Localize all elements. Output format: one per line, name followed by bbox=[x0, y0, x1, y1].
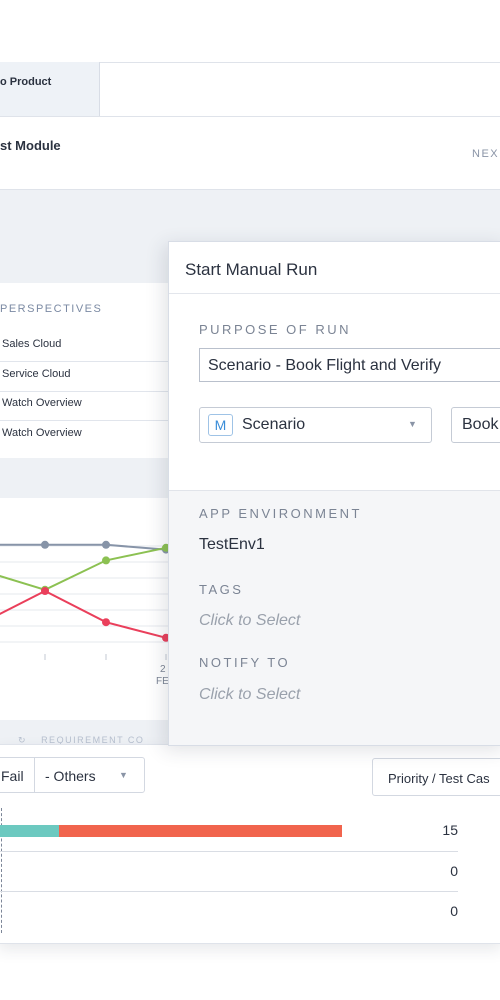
perspective-item-label: Sales Cloud bbox=[2, 338, 62, 350]
priority-test-case-dropdown[interactable]: Priority / Test Cas bbox=[372, 758, 500, 796]
row-total-value: 15 bbox=[442, 822, 458, 838]
tags-label: TAGS bbox=[199, 582, 244, 597]
x-tick-label: 2 bbox=[160, 664, 166, 675]
priority-test-case-label: Priority / Test Cas bbox=[388, 771, 490, 786]
series-line bbox=[0, 546, 167, 591]
perspective-item-sales-cloud[interactable]: Sales Cloud bbox=[0, 332, 170, 362]
series-line bbox=[0, 589, 167, 639]
next-link[interactable]: NEX bbox=[472, 148, 499, 160]
scenario-select[interactable]: Book bbox=[451, 407, 500, 443]
run-type-value: Scenario bbox=[242, 416, 306, 433]
manual-badge-icon: M bbox=[208, 414, 233, 436]
data-point[interactable] bbox=[102, 556, 110, 565]
module-title: st Module bbox=[0, 138, 61, 153]
bar-fail-segment bbox=[59, 825, 342, 837]
others-filter-dropdown[interactable]: - Others ▼ bbox=[34, 757, 145, 793]
notify-to-label: NOTIFY TO bbox=[199, 655, 291, 670]
notify-to-select[interactable]: Click to Select bbox=[199, 686, 300, 704]
fail-filter-button[interactable]: Fail bbox=[0, 757, 34, 793]
row-total-value: 0 bbox=[450, 903, 458, 919]
perspective-item-watch-overview[interactable]: Watch Overview bbox=[0, 421, 170, 451]
data-point[interactable] bbox=[41, 540, 49, 549]
perspective-item-label: Watch Overview bbox=[2, 427, 82, 439]
caret-down-icon: ▼ bbox=[119, 770, 128, 780]
run-type-select[interactable]: M Scenario ▼ bbox=[199, 407, 432, 443]
row-divider bbox=[0, 891, 458, 892]
tab-product-label: o Product bbox=[0, 76, 52, 88]
purpose-of-run-input[interactable]: Scenario - Book Flight and Verify bbox=[199, 348, 500, 382]
header-divider bbox=[0, 116, 500, 117]
tab-product[interactable]: o Product bbox=[0, 62, 100, 116]
fail-filter-label: Fail bbox=[1, 768, 24, 784]
purpose-of-run-value: Scenario - Book Flight and Verify bbox=[208, 357, 442, 374]
row-total-value: 0 bbox=[450, 863, 458, 879]
row-divider bbox=[0, 851, 458, 852]
bar-pass-segment bbox=[0, 825, 59, 837]
modal-title: Start Manual Run bbox=[185, 260, 318, 279]
perspective-item-service-cloud[interactable]: Service Cloud bbox=[0, 362, 170, 392]
perspective-item-label: Service Cloud bbox=[2, 368, 71, 380]
data-point[interactable] bbox=[102, 540, 110, 549]
tags-select[interactable]: Click to Select bbox=[199, 612, 300, 630]
perspective-item-watch-overview[interactable]: Watch Overview bbox=[0, 391, 170, 421]
others-filter-label: - Others bbox=[45, 768, 96, 784]
chart-footer: ↻ REQUIREMENT CO bbox=[0, 720, 185, 745]
app-environment-label: APP ENVIRONMENT bbox=[199, 506, 362, 521]
data-point[interactable] bbox=[41, 587, 49, 595]
scenario-select-value: Book bbox=[462, 416, 499, 433]
caret-down-icon: ▼ bbox=[408, 419, 417, 429]
trend-line-chart: 2FE bbox=[0, 540, 185, 687]
perspective-item-label: Watch Overview bbox=[2, 397, 82, 409]
purpose-of-run-label: PURPOSE OF RUN bbox=[199, 322, 352, 337]
data-point[interactable] bbox=[102, 618, 110, 627]
perspectives-heading: PERSPECTIVES bbox=[0, 303, 103, 315]
app-environment-value[interactable]: TestEnv1 bbox=[199, 536, 265, 554]
